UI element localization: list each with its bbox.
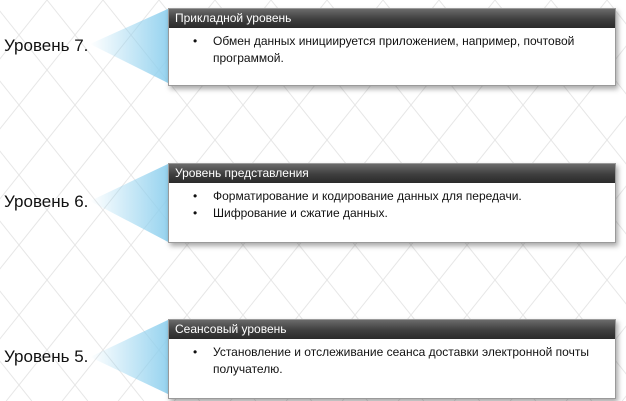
level-label-7: Уровень 7. [4,36,89,55]
card-body-presentation: • Форматирование и кодирование данных дл… [169,183,615,226]
bullet-dot: • [193,189,198,203]
level-label-5: Уровень 5. [4,347,89,366]
layer-6: Уровень 6. Уровень представления • Форма… [0,157,626,247]
layer-card-presentation: Уровень представления • Форматирование и… [168,163,616,243]
bullet-text: Установление и отслеживание сеанса доста… [213,345,589,376]
bullet-item: • Обмен данных инициируется приложением,… [193,33,605,67]
bullet-dot: • [193,345,198,359]
card-body-session: • Установление и отслеживание сеанса дос… [169,339,615,382]
bullet-item: • Форматирование и кодирование данных дл… [193,188,605,205]
card-title-presentation: Уровень представления [169,164,615,183]
card-title-application: Прикладной уровень [169,9,615,28]
layer-7: Уровень 7. Прикладной уровень • Обмен да… [0,0,626,90]
bullet-item: • Шифрование и сжатие данных. [193,205,605,222]
bullet-text: Шифрование и сжатие данных. [213,206,388,220]
bullet-item: • Установление и отслеживание сеанса дос… [193,344,605,378]
card-body-application: • Обмен данных инициируется приложением,… [169,28,615,71]
bullet-text: Форматирование и кодирование данных для … [213,189,522,203]
bullet-dot: • [193,34,198,48]
level-label-6: Уровень 6. [4,192,89,211]
bullet-text: Обмен данных инициируется приложением, н… [213,34,575,65]
bullet-dot: • [193,206,198,220]
layer-card-session: Сеансовый уровень • Установление и отсле… [168,319,616,399]
layer-card-application: Прикладной уровень • Обмен данных иниции… [168,8,616,86]
layer-5: Уровень 5. Сеансовый уровень • Установле… [0,311,626,401]
card-title-session: Сеансовый уровень [169,320,615,339]
